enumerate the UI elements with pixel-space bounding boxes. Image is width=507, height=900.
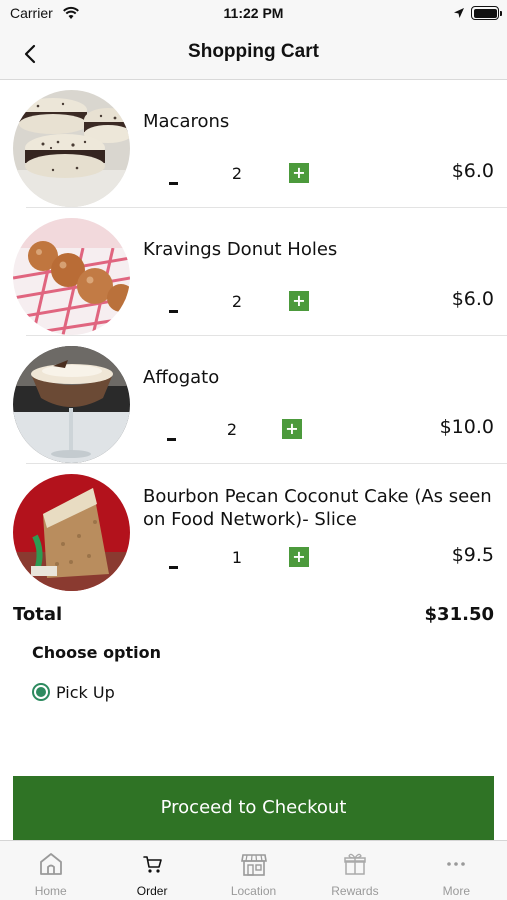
tab-label: Rewards bbox=[331, 884, 379, 898]
proceed-to-checkout-button[interactable]: Proceed to Checkout bbox=[13, 776, 494, 840]
clock: 11:22 PM bbox=[223, 5, 284, 21]
tab-label: Order bbox=[136, 884, 168, 898]
macarons-thumbnail bbox=[13, 90, 130, 207]
item-price: $6.0 bbox=[451, 160, 494, 182]
item-name: Macarons bbox=[143, 111, 230, 132]
item-price: $10.0 bbox=[439, 416, 494, 438]
increase-quantity-button[interactable]: + bbox=[282, 419, 302, 439]
tab-label: More bbox=[442, 884, 470, 898]
cart-item: Kravings Donut Holes 2 + $6.0 bbox=[0, 208, 507, 336]
increase-quantity-button[interactable]: + bbox=[289, 163, 309, 183]
affogato-thumbnail bbox=[13, 346, 130, 463]
item-price: $9.5 bbox=[451, 544, 494, 566]
tab-home[interactable]: Home bbox=[0, 841, 101, 900]
tab-label: Location bbox=[230, 884, 277, 898]
tab-label: Home bbox=[34, 884, 67, 898]
radio-selected-icon bbox=[32, 683, 50, 701]
store-icon bbox=[240, 854, 267, 876]
page-title: Shopping Cart bbox=[188, 41, 319, 62]
tab-rewards[interactable]: Rewards bbox=[304, 841, 405, 900]
cake-thumbnail bbox=[13, 474, 130, 591]
item-name: Bourbon Pecan Coconut Cake (As seen on F… bbox=[143, 486, 492, 530]
tab-bar: Home Order Location Rewards More bbox=[0, 840, 507, 900]
cart-item: Macarons 2 + $6.0 bbox=[0, 80, 507, 208]
increase-quantity-button[interactable]: + bbox=[289, 291, 309, 311]
item-price: $6.0 bbox=[451, 288, 494, 310]
quantity-value: 2 bbox=[231, 292, 243, 311]
battery-icon bbox=[471, 6, 502, 20]
location-arrow-icon bbox=[454, 8, 464, 18]
pickup-radio-option[interactable]: Pick Up bbox=[32, 681, 115, 703]
cart-item: Affogato 2 + $10.0 bbox=[0, 336, 507, 464]
pickup-label: Pick Up bbox=[56, 682, 115, 702]
item-name: Affogato bbox=[143, 367, 220, 388]
tab-order[interactable]: Order bbox=[101, 841, 202, 900]
decrease-quantity-button[interactable] bbox=[167, 176, 181, 190]
tab-more[interactable]: More bbox=[406, 841, 507, 900]
navigation-bar: Shopping Cart bbox=[0, 28, 507, 80]
gift-icon bbox=[344, 853, 366, 875]
decrease-quantity-button[interactable] bbox=[167, 560, 181, 574]
decrease-quantity-button[interactable] bbox=[165, 432, 179, 446]
quantity-value: 1 bbox=[231, 548, 243, 567]
quantity-value: 2 bbox=[231, 164, 243, 183]
tab-location[interactable]: Location bbox=[203, 841, 304, 900]
choose-option-heading: Choose option bbox=[32, 643, 162, 662]
decrease-quantity-button[interactable] bbox=[167, 304, 181, 318]
cart-item: Bourbon Pecan Coconut Cake (As seen on F… bbox=[0, 464, 507, 592]
total-value: $31.50 bbox=[424, 604, 494, 625]
quantity-value: 2 bbox=[226, 420, 238, 439]
more-icon bbox=[447, 862, 466, 866]
cart-icon bbox=[143, 856, 162, 873]
status-bar: Carrier 11:22 PM bbox=[0, 0, 507, 28]
item-name: Kravings Donut Holes bbox=[143, 239, 338, 260]
donut-holes-thumbnail bbox=[13, 218, 130, 335]
home-icon bbox=[39, 853, 62, 875]
increase-quantity-button[interactable]: + bbox=[289, 547, 309, 567]
total-label: Total bbox=[13, 604, 63, 625]
